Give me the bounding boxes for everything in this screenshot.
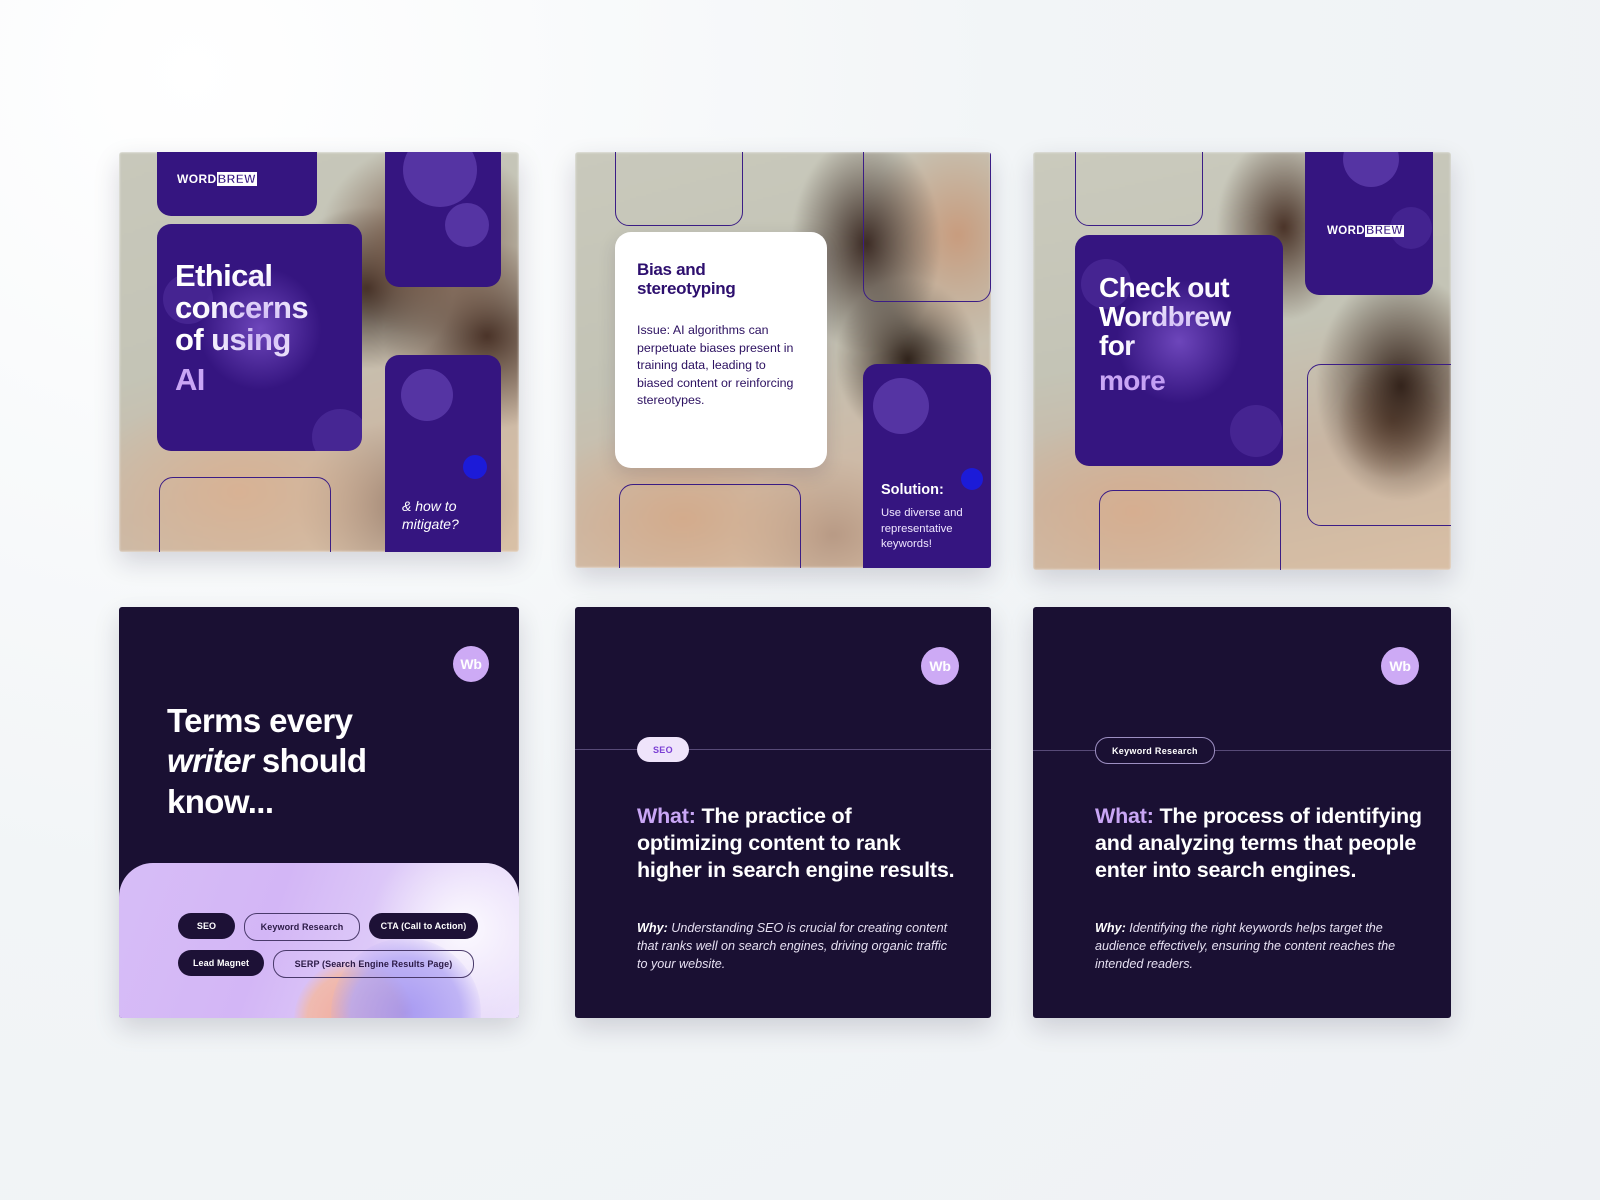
solution-body: Use diverse and representative keywords! — [881, 507, 963, 551]
terms-row-1: SEO Keyword Research CTA (Call to Action… — [119, 913, 519, 941]
title-line-3: for — [1099, 330, 1135, 362]
why-label: Why: — [637, 921, 668, 935]
decorative-blob — [401, 369, 453, 421]
decorative-blob — [463, 455, 487, 479]
logo-brew-text: BREW — [1365, 225, 1404, 237]
solution-block: Solution: Use diverse and representative… — [863, 364, 991, 568]
title-line-3: know... — [167, 782, 274, 820]
title-line-2: Wordbrew — [1099, 301, 1231, 333]
timeline-segment-left — [1033, 750, 1095, 751]
card-seo-definition[interactable]: Wb SEO What: The practice of optimizing … — [575, 607, 991, 1018]
title-line-3: of using — [175, 322, 291, 358]
logo-brew-text: BREW — [216, 172, 257, 186]
card-keyword-research-definition[interactable]: Wb Keyword Research What: The process of… — [1033, 607, 1451, 1018]
decorative-blob — [1343, 152, 1399, 187]
tag-pill-keyword-research[interactable]: Keyword Research — [1095, 737, 1215, 764]
decorative-blob — [445, 203, 489, 247]
terms-panel: SEO Keyword Research CTA (Call to Action… — [119, 863, 519, 1018]
title-line-2-rest: should — [261, 742, 367, 780]
outline-frame — [1099, 490, 1281, 570]
timeline-segment-left — [575, 749, 637, 750]
title-highlight: more — [1099, 365, 1166, 397]
wb-badge-text: Wb — [460, 656, 482, 672]
term-pill[interactable]: Keyword Research — [244, 913, 360, 941]
wb-badge: Wb — [1381, 647, 1419, 685]
logo-block: WORD BREW — [157, 152, 317, 216]
decorative-block-top-right — [385, 152, 501, 287]
solution-label: Solution: — [881, 482, 944, 498]
terms-row-2: Lead Magnet SERP (Search Engine Results … — [119, 950, 519, 978]
card1-title: Ethical concerns of using AI — [175, 258, 309, 397]
logo-word-text: WORD — [177, 172, 217, 186]
heading-line-1: Bias and — [637, 260, 706, 279]
wordbrew-logo: WORD BREW — [1327, 225, 1404, 237]
timeline-segment-right — [1214, 750, 1451, 751]
outline-frame — [619, 484, 801, 568]
why-body: Identifying the right keywords helps tar… — [1095, 921, 1396, 971]
timeline-row: Keyword Research — [1033, 737, 1451, 764]
logo-word-text: WORD — [1327, 225, 1366, 237]
issue-heading: Bias and stereotyping — [637, 260, 736, 299]
wb-badge: Wb — [453, 646, 489, 682]
card-grid: WORD BREW Ethical concerns of using AI & … — [119, 152, 1451, 1018]
tag-pill-seo[interactable]: SEO — [637, 737, 689, 762]
title-highlight: AI — [175, 361, 205, 397]
outline-frame — [615, 152, 743, 226]
card-check-out-wordbrew[interactable]: WORD BREW Check out Wordbrew for more — [1033, 152, 1451, 570]
term-pill[interactable]: SERP (Search Engine Results Page) — [273, 950, 474, 978]
card-bias-stereotyping[interactable]: Bias and stereotyping Issue: AI algorith… — [575, 152, 991, 568]
what-text: What: The practice of optimizing content… — [637, 803, 957, 884]
timeline-row: SEO — [575, 737, 991, 762]
card-terms-every-writer[interactable]: Wb Terms every writer should know... SEO… — [119, 607, 519, 1018]
card3-title: Check out Wordbrew for more — [1099, 272, 1231, 397]
outline-frame — [159, 477, 331, 552]
what-label: What: — [1095, 804, 1154, 828]
outline-frame — [1075, 152, 1203, 226]
outline-frame — [1307, 364, 1451, 526]
wordbrew-logo: WORD BREW — [177, 172, 257, 186]
why-text: Why: Identifying the right keywords help… — [1095, 920, 1423, 974]
wb-badge-text: Wb — [929, 658, 951, 674]
decorative-blob — [1230, 405, 1282, 457]
decorative-blob — [312, 409, 362, 451]
card4-title: Terms every writer should know... — [167, 701, 367, 822]
why-body: Understanding SEO is crucial for creatin… — [637, 921, 948, 971]
heading-line-2: stereotyping — [637, 279, 736, 299]
outline-frame — [863, 152, 991, 302]
term-pill[interactable]: CTA (Call to Action) — [369, 913, 478, 939]
title-line-1: Ethical — [175, 258, 273, 293]
title-line-2: writer should — [167, 741, 367, 781]
term-pill[interactable]: Lead Magnet — [178, 950, 264, 976]
footnote-line-1: & how to — [402, 498, 457, 514]
logo-block: WORD BREW — [1305, 152, 1433, 295]
term-pill[interactable]: SEO — [178, 913, 235, 939]
issue-panel: Bias and stereotyping Issue: AI algorith… — [615, 232, 827, 468]
decorative-blob — [403, 152, 477, 207]
what-label: What: — [637, 804, 696, 828]
decorative-blob — [873, 378, 929, 434]
issue-body: Issue: AI algorithms can perpetuate bias… — [637, 323, 794, 408]
wb-badge-text: Wb — [1389, 658, 1411, 674]
timeline-segment-right — [688, 749, 991, 750]
title-italic-word: writer — [167, 742, 254, 780]
title-line-1: Check out — [1099, 272, 1230, 303]
what-text: What: The process of identifying and ana… — [1095, 803, 1427, 884]
title-block: Check out Wordbrew for more — [1075, 235, 1283, 466]
why-text: Why: Understanding SEO is crucial for cr… — [637, 920, 959, 974]
title-block: Ethical concerns of using AI — [157, 224, 362, 451]
footnote-line-2: mitigate? — [402, 515, 459, 532]
card1-footnote: & how to mitigate? — [402, 498, 459, 534]
title-line-2: concerns — [175, 290, 309, 326]
footnote-block: & how to mitigate? — [385, 355, 501, 552]
title-line-1: Terms every — [167, 702, 353, 739]
why-label: Why: — [1095, 921, 1126, 935]
wb-badge: Wb — [921, 647, 959, 685]
decorative-blob — [961, 468, 983, 490]
card-ethical-concerns[interactable]: WORD BREW Ethical concerns of using AI & … — [119, 152, 519, 552]
